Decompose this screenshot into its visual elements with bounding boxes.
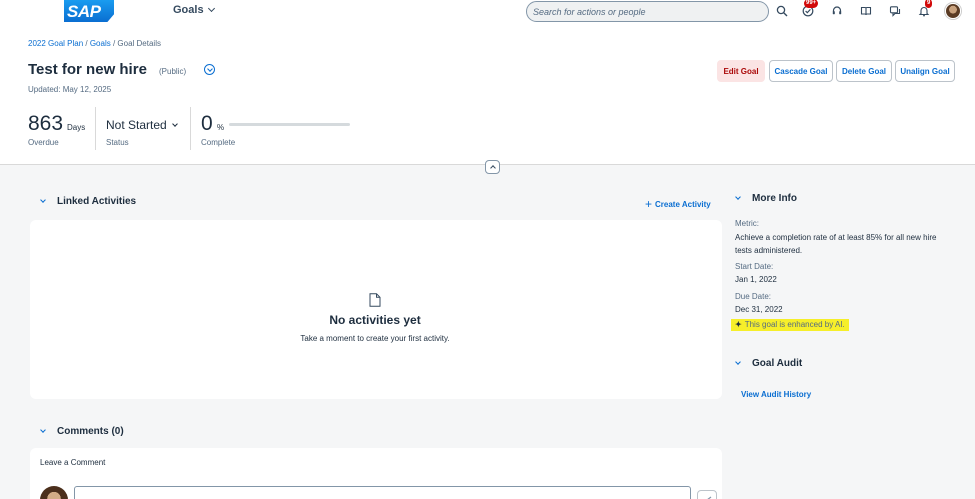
page-title: Test for new hire bbox=[28, 61, 147, 78]
divider bbox=[95, 107, 96, 150]
breadcrumb-goal-plan[interactable]: 2022 Goal Plan bbox=[28, 39, 83, 48]
edit-goal-button[interactable]: Edit Goal bbox=[717, 60, 765, 82]
complete-label: Complete bbox=[201, 138, 236, 147]
create-activity-link[interactable]: + Create Activity bbox=[645, 196, 711, 211]
metric-value: Achieve a completion rate of at least 85… bbox=[735, 233, 937, 255]
ai-enhanced-note: ✦ This goal is enhanced by AI. bbox=[731, 319, 849, 331]
notification-bell-icon[interactable]: 9 bbox=[916, 0, 933, 19]
activities-card bbox=[30, 220, 722, 399]
due-date-label: Due Date: bbox=[735, 292, 772, 301]
unalign-goal-button[interactable]: Unalign Goal bbox=[895, 60, 955, 82]
progress-bar bbox=[229, 123, 350, 126]
leave-comment-label: Leave a Comment bbox=[40, 458, 106, 467]
sparkle-icon: ✦ bbox=[735, 320, 742, 329]
create-activity-label: Create Activity bbox=[655, 200, 711, 209]
overdue-unit: Days bbox=[67, 123, 86, 132]
comments-heading: Comments (0) bbox=[57, 426, 124, 437]
updated-date: Updated: May 12, 2025 bbox=[28, 85, 112, 94]
cascade-goal-button[interactable]: Cascade Goal bbox=[769, 60, 833, 82]
start-date-label: Start Date: bbox=[735, 262, 774, 271]
status-dropdown[interactable]: Not Started bbox=[106, 118, 178, 132]
breadcrumb: 2022 Goal Plan / Goals / Goal Details bbox=[28, 39, 161, 48]
search-field[interactable] bbox=[526, 1, 769, 22]
send-icon bbox=[707, 496, 712, 499]
status-value: Not Started bbox=[106, 118, 167, 132]
learning-icon[interactable] bbox=[858, 3, 874, 19]
search-input[interactable] bbox=[527, 2, 727, 22]
overdue-value: 863 bbox=[28, 112, 64, 135]
chevron-down-icon[interactable] bbox=[735, 194, 741, 200]
user-avatar[interactable] bbox=[945, 3, 961, 19]
complete-unit: % bbox=[217, 123, 225, 132]
chevron-down-icon bbox=[171, 121, 178, 127]
search-icon[interactable] bbox=[774, 3, 790, 19]
app-menu-label: Goals bbox=[173, 4, 204, 16]
chevron-down-icon[interactable] bbox=[40, 197, 46, 203]
divider bbox=[190, 107, 191, 150]
view-audit-history-link[interactable]: View Audit History bbox=[741, 390, 811, 399]
metric-label: Metric: bbox=[735, 219, 759, 228]
due-date-value: Dec 31, 2022 bbox=[735, 305, 783, 314]
headset-icon[interactable] bbox=[829, 3, 845, 19]
breadcrumb-separator: / bbox=[83, 39, 90, 48]
ai-note-text: This goal is enhanced by AI. bbox=[744, 320, 845, 329]
feedback-icon[interactable] bbox=[887, 3, 903, 19]
chevron-down-icon[interactable] bbox=[40, 427, 46, 433]
more-info-heading: More Info bbox=[752, 193, 797, 204]
collapse-header-button[interactable] bbox=[485, 160, 500, 174]
goal-audit-heading: Goal Audit bbox=[752, 358, 803, 369]
todo-check-icon[interactable]: 99+ bbox=[800, 0, 819, 19]
goal-header: 2022 Goal Plan / Goals / Goal Details Te… bbox=[0, 22, 975, 165]
breadcrumb-goals[interactable]: Goals bbox=[90, 39, 111, 48]
chevron-down-icon[interactable] bbox=[735, 359, 741, 365]
start-date-value: Jan 1, 2022 bbox=[735, 275, 777, 284]
visibility-label: (Public) bbox=[159, 67, 187, 76]
document-icon bbox=[369, 293, 381, 307]
notification-badge: 9 bbox=[925, 0, 933, 8]
breadcrumb-current: Goal Details bbox=[117, 39, 161, 48]
shell-bar: SAP Goals 99+ 9 bbox=[0, 0, 975, 22]
comment-input[interactable] bbox=[74, 486, 691, 499]
sap-logo[interactable]: SAP bbox=[64, 0, 114, 22]
todo-badge: 99+ bbox=[804, 0, 819, 8]
overdue-label: Overdue bbox=[28, 138, 59, 147]
plus-icon: + bbox=[645, 197, 653, 211]
logo-text: SAP bbox=[67, 2, 101, 21]
chevron-down-circle-icon[interactable] bbox=[204, 64, 215, 75]
complete-value: 0 bbox=[201, 112, 213, 135]
send-comment-button[interactable] bbox=[697, 490, 717, 499]
delete-goal-button[interactable]: Delete Goal bbox=[836, 60, 892, 82]
chevron-down-icon bbox=[207, 4, 215, 13]
status-label: Status bbox=[106, 138, 129, 147]
app-menu-goals[interactable]: Goals bbox=[173, 4, 215, 16]
linked-activities-heading: Linked Activities bbox=[57, 196, 137, 207]
empty-state-subtitle: Take a moment to create your first activ… bbox=[300, 334, 450, 343]
empty-state-title: No activities yet bbox=[329, 313, 421, 327]
